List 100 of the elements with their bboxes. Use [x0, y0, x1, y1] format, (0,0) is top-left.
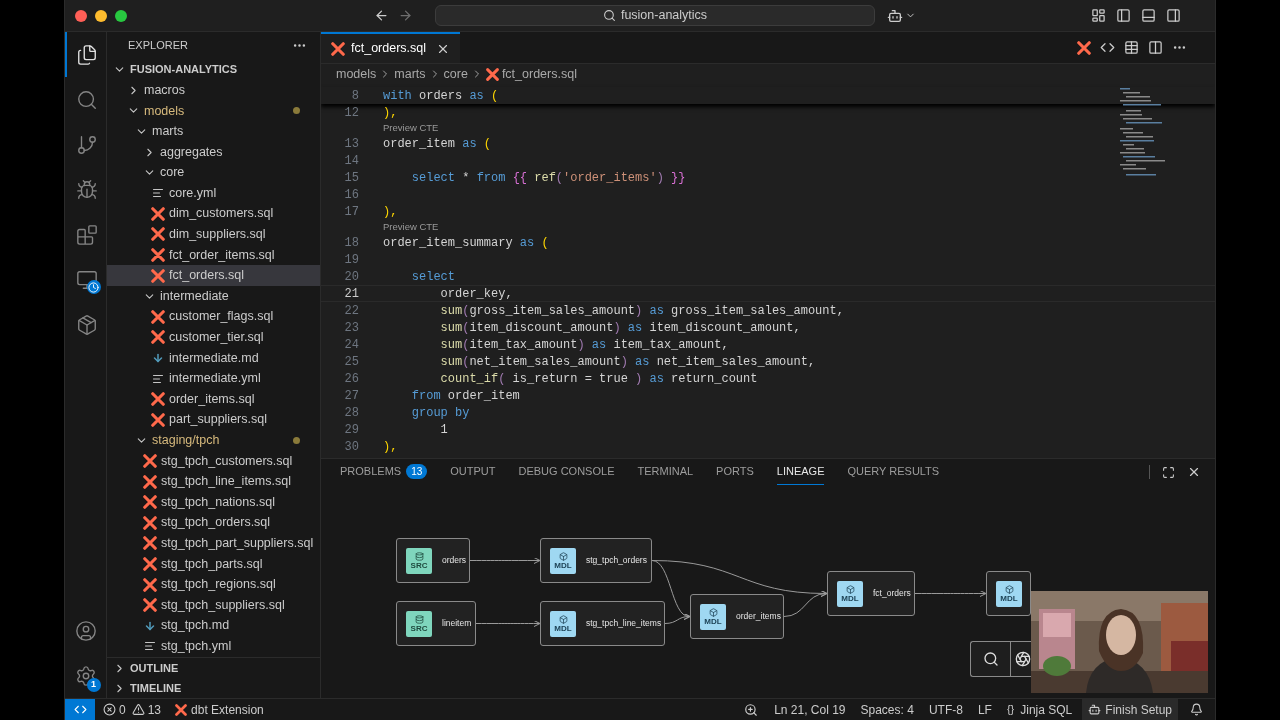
- lineage-node[interactable]: SRC orders: [396, 538, 470, 583]
- lineage-node[interactable]: SRC lineitem: [396, 601, 476, 646]
- cross-logo-icon: [143, 495, 157, 510]
- tree-item[interactable]: stg_tpch_parts.sql: [107, 553, 320, 575]
- language-status[interactable]: {} Jinja SQL: [1006, 700, 1073, 719]
- extension-status[interactable]: dbt Extension: [175, 700, 264, 719]
- tree-item[interactable]: fct_orders.sql: [107, 265, 320, 286]
- search-icon: [75, 88, 98, 111]
- cursor-position[interactable]: Ln 21, Col 19: [774, 700, 846, 719]
- lineage-node[interactable]: MDL order_items: [690, 594, 784, 639]
- tree-item[interactable]: marts: [107, 121, 320, 142]
- tree-item[interactable]: dim_customers.sql: [107, 203, 320, 225]
- tree-item[interactable]: stg_tpch.md: [107, 615, 320, 637]
- section-header[interactable]: OUTLINE: [107, 658, 320, 678]
- lineage-node[interactable]: MDL fct_orders: [827, 571, 915, 616]
- line-ending-status[interactable]: LF: [977, 700, 992, 719]
- table-icon[interactable]: [1124, 40, 1139, 55]
- finish-setup-button[interactable]: Finish Setup: [1082, 699, 1178, 720]
- tree-item[interactable]: order_items.sql: [107, 388, 320, 410]
- panel-tab[interactable]: PORTS: [716, 459, 754, 485]
- cross-logo-icon: [143, 598, 157, 613]
- node-type-badge: MDL: [700, 603, 726, 630]
- file-name: dim_suppliers.sql: [169, 226, 266, 244]
- code-icon[interactable]: [1100, 40, 1115, 55]
- cross-logo-icon: [143, 454, 157, 468]
- node-type-badge: MDL: [550, 610, 576, 637]
- back-arrow-icon[interactable]: [374, 8, 389, 23]
- tree-item[interactable]: stg_tpch_nations.sql: [107, 491, 320, 513]
- code-line: from order_item: [410, 387, 520, 405]
- lineage-node[interactable]: MDL: [986, 571, 1031, 616]
- section-header[interactable]: TIMELINE: [107, 678, 320, 698]
- tree-item[interactable]: aggregates: [107, 141, 320, 163]
- breadcrumb-item[interactable]: marts: [394, 64, 426, 84]
- tree-item[interactable]: models: [107, 100, 320, 122]
- maximize-icon[interactable]: [1162, 465, 1175, 479]
- remote-button[interactable]: [65, 699, 95, 720]
- lineage-node[interactable]: MDL stg_tpch_orders: [540, 538, 652, 583]
- file-name: macros: [144, 81, 185, 99]
- split-editor-icon[interactable]: [1148, 40, 1163, 55]
- panel-tab[interactable]: TERMINAL: [637, 459, 694, 485]
- line-number: 28: [343, 404, 359, 422]
- tree-item[interactable]: core.yml: [107, 182, 320, 204]
- tree-item[interactable]: stg_tpch_line_items.sql: [107, 471, 320, 492]
- tree-item[interactable]: stg_tpch_part_suppliers.sql: [107, 533, 320, 554]
- panel-tab[interactable]: QUERY RESULTS: [847, 459, 940, 485]
- tree-item[interactable]: part_suppliers.sql: [107, 409, 320, 431]
- forward-arrow-icon[interactable]: [398, 8, 413, 23]
- tree-item[interactable]: stg_tpch_suppliers.sql: [107, 594, 320, 616]
- search-icon: [602, 9, 616, 22]
- panel-right-icon[interactable]: [1166, 8, 1181, 23]
- tree-item[interactable]: stg_tpch_customers.sql: [107, 450, 320, 472]
- maximize-window-button[interactable]: [115, 9, 127, 22]
- project-header[interactable]: FUSION-ANALYTICS: [107, 58, 320, 80]
- tree-item[interactable]: intermediate.md: [107, 347, 320, 369]
- files-icon: [75, 43, 98, 66]
- file-name: stg_tpch_line_items.sql: [161, 473, 291, 491]
- panel-left-icon[interactable]: [1116, 8, 1131, 23]
- node-label: stg_tpch_line_items: [586, 617, 662, 630]
- panel-tab[interactable]: DEBUG CONSOLE: [518, 459, 615, 485]
- breadcrumb-item[interactable]: fct_orders.sql: [501, 64, 577, 84]
- lineage-node[interactable]: MDL stg_tpch_line_items: [540, 601, 665, 646]
- tree-item[interactable]: stg_tpch_regions.sql: [107, 574, 320, 595]
- problems-status[interactable]: 0 13: [103, 700, 162, 719]
- tree-item[interactable]: customer_flags.sql: [107, 306, 320, 328]
- editor-tab[interactable]: fct_orders.sql: [321, 32, 461, 63]
- cross-logo-icon: [143, 577, 157, 592]
- tree-item[interactable]: fct_order_items.sql: [107, 244, 320, 266]
- cross-logo-icon: [143, 474, 157, 489]
- layout-icon[interactable]: [1091, 8, 1106, 23]
- breadcrumb-item[interactable]: core: [443, 64, 468, 84]
- panel-bottom-icon[interactable]: [1141, 8, 1156, 23]
- breadcrumb-item[interactable]: models: [336, 64, 377, 84]
- tree-item[interactable]: intermediate.yml: [107, 368, 320, 389]
- activity-button[interactable]: 1: [64, 653, 107, 698]
- copilot-button[interactable]: [887, 7, 916, 24]
- tree-item[interactable]: macros: [107, 80, 320, 101]
- close-icon[interactable]: [1187, 465, 1201, 479]
- zoom-icon[interactable]: [744, 702, 759, 717]
- tree-item[interactable]: stg_tpch.yml: [107, 636, 320, 657]
- preview-cte-link[interactable]: Preview CTE: [383, 120, 439, 136]
- panel-tab[interactable]: LINEAGE: [776, 459, 825, 485]
- command-search-field[interactable]: fusion-analytics: [435, 5, 875, 26]
- minimize-window-button[interactable]: [95, 9, 107, 22]
- panel-tab[interactable]: PROBLEMS 13: [340, 459, 428, 485]
- close-window-button[interactable]: [75, 9, 87, 22]
- tree-item[interactable]: staging/tpch: [107, 430, 320, 451]
- tree-item[interactable]: core: [107, 162, 320, 183]
- cross-logo-icon: [151, 309, 165, 324]
- tree-item[interactable]: stg_tpch_orders.sql: [107, 512, 320, 534]
- indentation-status[interactable]: Spaces: 4: [860, 700, 914, 719]
- encoding-status[interactable]: UTF-8: [928, 700, 963, 719]
- file-name: order_items.sql: [169, 390, 255, 408]
- file-name: intermediate.md: [169, 349, 259, 367]
- tree-item[interactable]: dim_suppliers.sql: [107, 224, 320, 245]
- preview-cte-link[interactable]: Preview CTE: [383, 219, 439, 235]
- panel-tab[interactable]: OUTPUT: [450, 459, 496, 485]
- bell-icon[interactable]: [1190, 703, 1203, 716]
- tree-item[interactable]: customer_tier.sql: [107, 327, 320, 348]
- tree-item[interactable]: intermediate: [107, 285, 320, 307]
- count-badge: 1: [86, 678, 101, 692]
